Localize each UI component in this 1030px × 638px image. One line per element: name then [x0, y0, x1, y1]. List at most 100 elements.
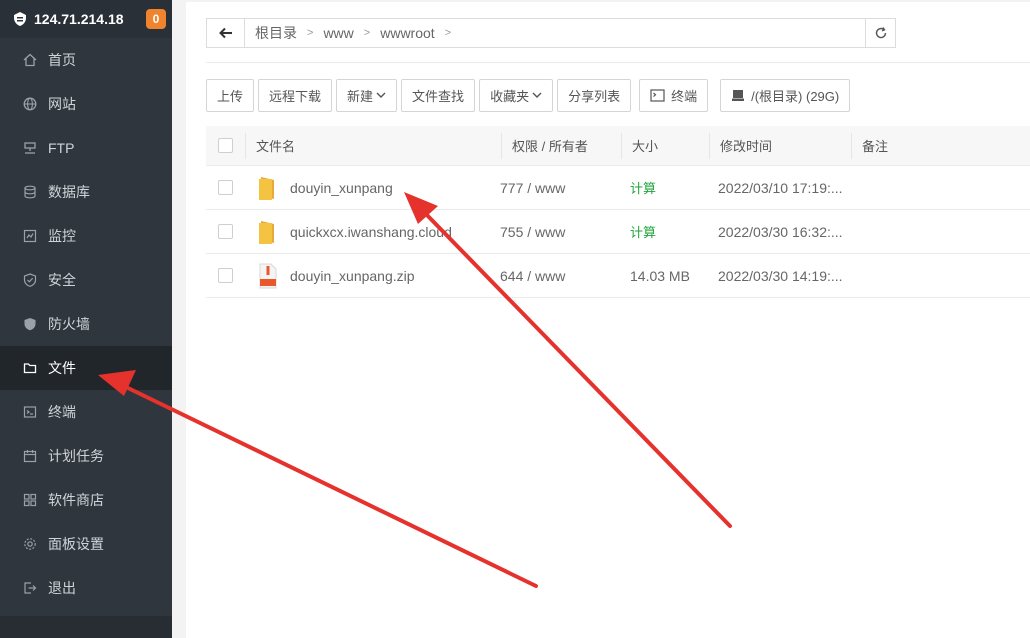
terminal-icon: [22, 404, 38, 420]
back-button[interactable]: [207, 19, 245, 47]
ftp-icon: [22, 140, 38, 156]
sidebar-item-label: 防火墙: [48, 316, 90, 332]
sidebar-item-label: 软件商店: [48, 492, 104, 508]
sidebar-item-label: 首页: [48, 52, 76, 68]
table-header: 文件名 权限 / 所有者 大小 修改时间 备注: [206, 126, 1030, 166]
remote-download-button[interactable]: 远程下载: [258, 79, 333, 112]
row-checkbox-cell: [206, 210, 246, 253]
terminal-icon: [650, 89, 665, 102]
file-search-button[interactable]: 文件查找: [401, 79, 476, 112]
server-icon: [12, 11, 28, 27]
file-name[interactable]: douyin_xunpang.zip: [290, 268, 415, 284]
folder-icon: [258, 219, 278, 245]
sidebar-item-files[interactable]: 文件: [0, 346, 172, 390]
arrow-left-icon: [218, 27, 233, 39]
row-checkbox[interactable]: [218, 224, 233, 239]
sidebar-item-label: FTP: [48, 140, 75, 156]
notification-badge[interactable]: 0: [146, 9, 166, 29]
gear-icon: [22, 536, 38, 552]
select-all-checkbox[interactable]: [218, 138, 233, 153]
sidebar-item-label: 文件: [48, 360, 76, 376]
favorites-button[interactable]: 收藏夹: [479, 79, 554, 112]
file-name-cell[interactable]: douyin_xunpang: [246, 166, 500, 209]
folder-icon: [258, 175, 278, 201]
sidebar-item-security[interactable]: 安全: [0, 258, 172, 302]
table-row[interactable]: douyin_xunpang 777 / www 计算 2022/03/10 1…: [206, 166, 1030, 210]
row-checkbox-cell: [206, 166, 246, 209]
chevron-down-icon: [376, 90, 386, 102]
table-row[interactable]: douyin_xunpang.zip 644 / www 14.03 MB 20…: [206, 254, 1030, 298]
sidebar: 124.71.214.18 0 首页 网站 FTP 数据库 监控 安全 防火墙 …: [0, 0, 172, 638]
home-icon: [22, 52, 38, 68]
monitor-icon: [22, 228, 38, 244]
grid-icon: [22, 492, 38, 508]
file-perm[interactable]: 755 / www: [500, 210, 630, 253]
sidebar-item-settings[interactable]: 面板设置: [0, 522, 172, 566]
chevron-right-icon: >: [444, 27, 452, 39]
breadcrumb-root[interactable]: 根目录: [255, 23, 297, 43]
favorites-label: 收藏夹: [490, 89, 530, 104]
sidebar-item-database[interactable]: 数据库: [0, 170, 172, 214]
sidebar-item-label: 网站: [48, 96, 76, 112]
file-mtime: 2022/03/30 14:19:...: [718, 267, 843, 284]
header-size[interactable]: 大小: [622, 132, 710, 159]
file-perm[interactable]: 644 / www: [500, 254, 630, 297]
file-name[interactable]: douyin_xunpang: [290, 180, 393, 196]
sidebar-item-terminal[interactable]: 终端: [0, 390, 172, 434]
sidebar-item-store[interactable]: 软件商店: [0, 478, 172, 522]
share-list-label: 分享列表: [568, 89, 621, 104]
file-size[interactable]: 计算: [630, 210, 718, 253]
sidebar-item-monitor[interactable]: 监控: [0, 214, 172, 258]
folder-icon: [22, 360, 38, 376]
sidebar-item-logout[interactable]: 退出: [0, 566, 172, 610]
new-label: 新建: [347, 89, 374, 104]
server-ip: 124.71.214.18: [34, 11, 124, 27]
file-name[interactable]: quickxcx.iwanshang.cloud: [290, 224, 452, 240]
row-checkbox[interactable]: [218, 268, 233, 283]
database-icon: [22, 184, 38, 200]
divider: [206, 62, 1030, 63]
file-mtime: 2022/03/10 17:19:...: [718, 179, 843, 196]
terminal-button[interactable]: 终端: [639, 79, 709, 112]
breadcrumb-wwwroot[interactable]: wwwroot: [380, 25, 434, 41]
disk-button[interactable]: /(根目录) (29G): [720, 79, 851, 112]
sidebar-item-home[interactable]: 首页: [0, 38, 172, 82]
file-name-cell[interactable]: quickxcx.iwanshang.cloud: [246, 210, 500, 253]
disk-icon: [731, 89, 745, 102]
file-name-cell[interactable]: douyin_xunpang.zip: [246, 254, 500, 297]
firewall-icon: [22, 316, 38, 332]
share-list-button[interactable]: 分享列表: [557, 79, 632, 112]
sidebar-item-firewall[interactable]: 防火墙: [0, 302, 172, 346]
zip-file-icon: [258, 263, 278, 289]
sidebar-item-ftp[interactable]: FTP: [0, 126, 172, 170]
upload-button[interactable]: 上传: [206, 79, 255, 112]
sidebar-item-label: 面板设置: [48, 536, 104, 552]
sidebar-item-label: 监控: [48, 228, 76, 244]
header-name[interactable]: 文件名: [246, 132, 502, 159]
calendar-icon: [22, 448, 38, 464]
breadcrumb-www[interactable]: www: [323, 25, 353, 41]
breadcrumb: 根目录 > www > wwwroot >: [206, 18, 866, 48]
header-mtime[interactable]: 修改时间: [710, 132, 852, 159]
table-row[interactable]: quickxcx.iwanshang.cloud 755 / www 计算 20…: [206, 210, 1030, 254]
file-search-label: 文件查找: [412, 89, 465, 104]
refresh-button[interactable]: [866, 18, 896, 48]
sidebar-item-label: 数据库: [48, 184, 90, 200]
file-size[interactable]: 计算: [630, 166, 718, 209]
sidebar-item-cron[interactable]: 计划任务: [0, 434, 172, 478]
refresh-icon: [874, 26, 888, 40]
chevron-right-icon: >: [363, 27, 371, 39]
sidebar-item-website[interactable]: 网站: [0, 82, 172, 126]
file-size: 14.03 MB: [630, 267, 690, 284]
sidebar-item-label: 安全: [48, 272, 76, 288]
file-mtime: 2022/03/30 16:32:...: [718, 223, 843, 240]
sidebar-item-label: 计划任务: [48, 448, 104, 464]
chevron-right-icon: >: [307, 27, 314, 39]
file-perm[interactable]: 777 / www: [500, 166, 630, 209]
row-checkbox[interactable]: [218, 180, 233, 195]
terminal-label: 终端: [671, 89, 698, 104]
row-checkbox-cell: [206, 254, 246, 297]
sidebar-item-label: 终端: [48, 404, 76, 420]
header-perm[interactable]: 权限 / 所有者: [502, 132, 622, 159]
new-button[interactable]: 新建: [336, 79, 398, 112]
